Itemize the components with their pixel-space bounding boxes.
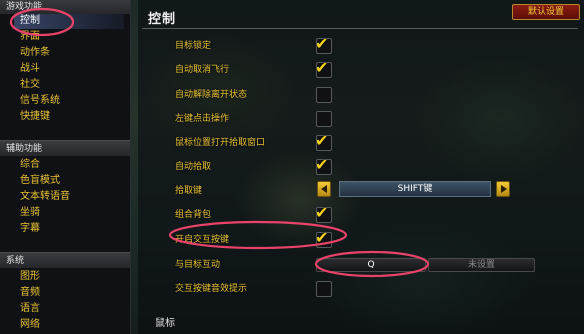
sidebar-item-text-to-speech[interactable]: 文本转语音 [20, 190, 70, 204]
checkbox-target-lock[interactable]: ✔ [315, 34, 332, 54]
arrow-left-icon [321, 185, 327, 193]
checkmark-icon: ✔ [315, 228, 329, 247]
sidebar-item-social[interactable]: 社交 [20, 78, 40, 92]
sidebar-item-graphics[interactable]: 图形 [20, 270, 40, 284]
interact-secondary-keybind-button[interactable]: 未设置 [428, 258, 535, 272]
title-divider [142, 28, 578, 29]
section-header-mouse: 鼠标 [155, 318, 175, 329]
checkmark-icon: ✔ [315, 58, 329, 77]
checkbox-enable-interact-key[interactable]: ✔ [315, 228, 332, 248]
sidebar-item-network[interactable]: 网络 [20, 318, 40, 332]
sidebar-item-ping-system[interactable]: 信号系统 [20, 94, 60, 108]
option-label-left-click-action: 左键点击操作 [175, 114, 230, 124]
option-label-auto-clear-afk: 自动解除离开状态 [175, 90, 248, 100]
checkbox-left-click-action[interactable] [316, 111, 332, 127]
loot-key-prev-button[interactable] [317, 181, 331, 197]
category-header-gameplay: 游戏功能 [0, 0, 130, 14]
loot-key-next-button[interactable] [496, 181, 510, 197]
checkbox-interact-sound-cue[interactable] [316, 281, 332, 297]
checkmark-icon: ✔ [315, 34, 329, 53]
checkbox-auto-dismount[interactable]: ✔ [315, 58, 332, 78]
interact-primary-keybind-button[interactable]: Q [316, 258, 426, 272]
sidebar-item-general[interactable]: 综合 [20, 158, 40, 172]
settings-sidebar: 游戏功能 控制 界面 动作条 战斗 社交 信号系统 快捷键 辅助功能 综合 色盲… [0, 0, 131, 334]
option-label-interact-with-target: 与目标互动 [175, 260, 221, 270]
sidebar-item-subtitles[interactable]: 字幕 [20, 222, 40, 236]
checkbox-auto-loot[interactable]: ✔ [315, 155, 332, 175]
sidebar-item-keybindings[interactable]: 快捷键 [20, 110, 50, 124]
checkmark-icon: ✔ [315, 131, 329, 150]
sidebar-item-action-bars[interactable]: 动作条 [20, 46, 50, 60]
loot-key-value[interactable]: SHIFT键 [339, 181, 491, 197]
option-label-enable-interact-key: 开启交互按键 [175, 235, 230, 245]
defaults-button[interactable]: 默认设置 [512, 4, 580, 20]
checkmark-icon: ✔ [315, 155, 329, 174]
category-header-system: 系统 [0, 252, 130, 268]
checkbox-combined-bags[interactable]: ✔ [315, 203, 332, 223]
sidebar-item-colorblind-mode[interactable]: 色盲模式 [20, 174, 60, 188]
sidebar-item-audio[interactable]: 音频 [20, 286, 40, 300]
option-label-auto-loot: 自动拾取 [175, 162, 212, 172]
page-title: 控制 [148, 12, 177, 27]
option-label-target-lock: 目标锁定 [175, 41, 212, 51]
option-label-interact-sound-cue: 交互按键音效提示 [175, 284, 248, 294]
option-label-loot-key: 拾取键 [175, 186, 203, 196]
checkbox-loot-under-mouse[interactable]: ✔ [315, 131, 332, 151]
category-header-accessibility: 辅助功能 [0, 140, 130, 156]
sidebar-item-mounts[interactable]: 坐骑 [20, 206, 40, 220]
sidebar-item-language[interactable]: 语言 [20, 302, 40, 316]
checkbox-auto-clear-afk[interactable] [316, 87, 332, 103]
option-label-loot-under-mouse: 鼠标位置打开拾取窗口 [175, 138, 266, 148]
sidebar-item-interface[interactable]: 界面 [20, 30, 40, 44]
sidebar-item-combat[interactable]: 战斗 [20, 62, 40, 76]
checkmark-icon: ✔ [315, 203, 329, 222]
option-label-combined-bags: 组合背包 [175, 210, 212, 220]
option-label-auto-dismount: 自动取消飞行 [175, 65, 230, 75]
sidebar-item-controls[interactable]: 控制 [20, 14, 40, 28]
arrow-right-icon [501, 185, 507, 193]
